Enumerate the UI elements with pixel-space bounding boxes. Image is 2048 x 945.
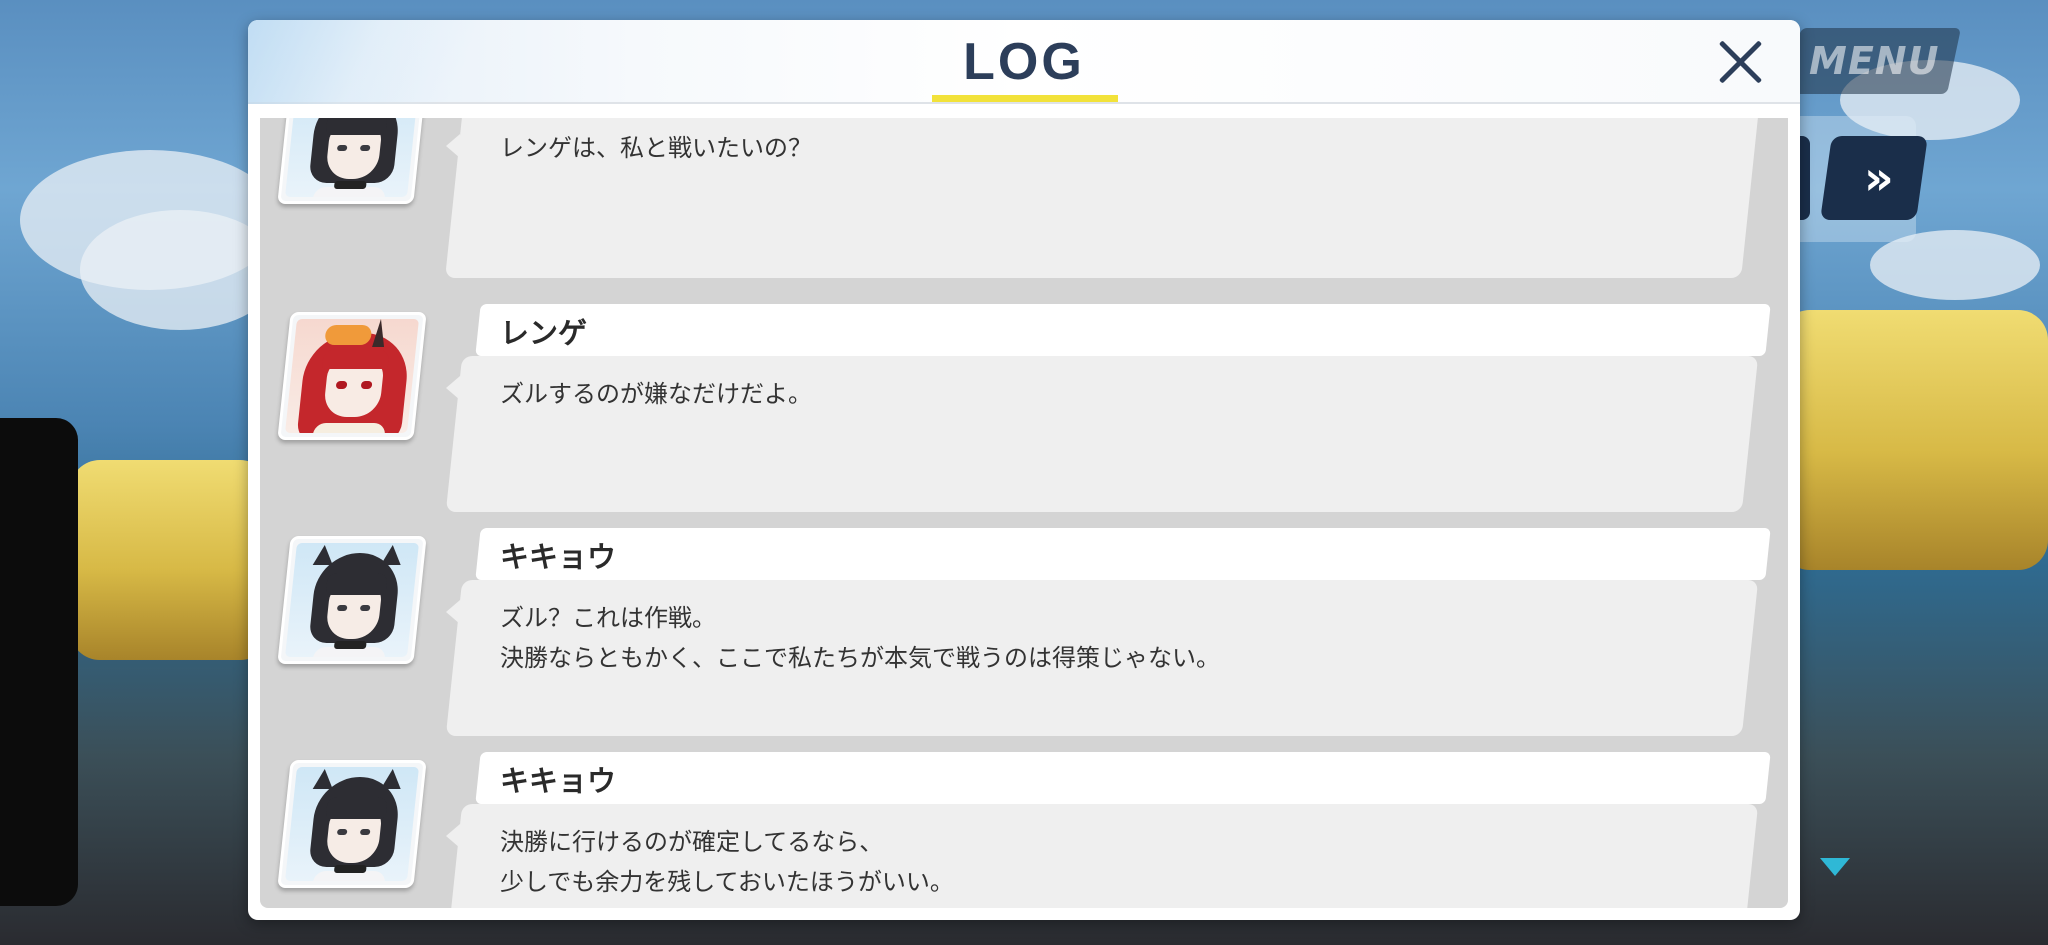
close-icon[interactable] xyxy=(1710,32,1770,92)
character-portrait xyxy=(277,312,427,440)
log-header: LOG xyxy=(248,20,1800,104)
speaker-name: キキョウ xyxy=(500,540,617,574)
message-line: レンゲは、私と戦いたいの？ xyxy=(500,134,812,162)
speaker-name-bar xyxy=(475,304,1771,356)
log-entry: キキョウ ズル？これは作戦。 決勝ならともかく、ここで私たちが本気で戦うのは得策… xyxy=(260,528,1788,738)
speech-pointer xyxy=(446,134,460,158)
log-entry: レンゲ ズルするのが嫌なだけだよ。 xyxy=(260,304,1788,514)
speaker-name: キキョウ xyxy=(500,764,617,798)
message-line: 少しでも余力を残しておいたほうがいい。 xyxy=(500,868,954,896)
log-title: LOG xyxy=(963,33,1085,91)
character-portrait xyxy=(277,536,427,664)
log-dialog: LOG レンゲは、私と戦いたいの？ レンゲ ズルするのが嫌なだけだよ。 キキョウ… xyxy=(248,20,1800,920)
speaker-name: レンゲ xyxy=(500,316,588,350)
message-text: ズル？これは作戦。 決勝ならともかく、ここで私たちが本気で戦うのは得策じゃない。 xyxy=(500,598,1700,678)
message-line: ズルするのが嫌なだけだよ。 xyxy=(500,380,812,408)
speech-pointer xyxy=(446,600,460,624)
scroll-down-arrow-icon[interactable] xyxy=(1820,858,1850,876)
log-list[interactable]: レンゲは、私と戦いたいの？ レンゲ ズルするのが嫌なだけだよ。 キキョウ ズル？… xyxy=(260,118,1788,908)
speech-pointer xyxy=(446,824,460,848)
message-text: レンゲは、私と戦いたいの？ xyxy=(500,128,1700,168)
message-text: ズルするのが嫌なだけだよ。 xyxy=(500,374,1700,414)
character-portrait xyxy=(277,118,427,204)
background-dark-panel xyxy=(0,418,78,906)
speech-pointer xyxy=(446,376,460,400)
fast-forward-button[interactable]: » xyxy=(1820,136,1928,220)
background-inflatable xyxy=(1780,310,2048,570)
message-text: 決勝に行けるのが確定してるなら、 少しでも余力を残しておいたほうがいい。 xyxy=(500,822,1700,902)
character-portrait xyxy=(277,760,427,888)
title-underline xyxy=(932,95,1118,102)
menu-button[interactable]: MENU xyxy=(1786,28,1962,94)
log-entry: レンゲは、私と戦いたいの？ xyxy=(260,118,1788,278)
message-line: 決勝ならともかく、ここで私たちが本気で戦うのは得策じゃない。 xyxy=(500,644,1220,672)
background-inflatable xyxy=(70,460,270,660)
menu-label: MENU xyxy=(1808,39,1940,83)
log-entry: キキョウ 決勝に行けるのが確定してるなら、 少しでも余力を残しておいたほうがいい… xyxy=(260,752,1788,908)
message-line: ズル？これは作戦。 xyxy=(500,604,716,632)
speaker-name-bar xyxy=(475,528,1771,580)
message-line: 決勝に行けるのが確定してるなら、 xyxy=(500,828,884,856)
fast-forward-icon: » xyxy=(1864,151,1884,205)
speaker-name-bar xyxy=(475,752,1771,804)
